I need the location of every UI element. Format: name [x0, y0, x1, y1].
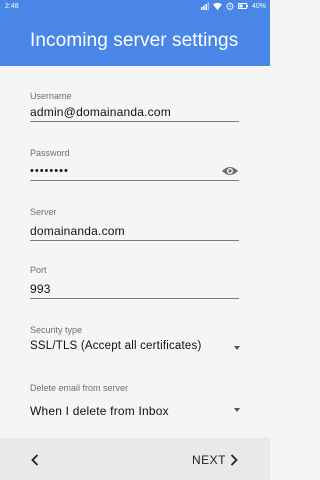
delete-email-dropdown-icon[interactable] — [234, 408, 240, 412]
username-underline — [30, 121, 239, 122]
password-label: Password — [30, 148, 70, 158]
delete-email-label: Delete email from server — [30, 383, 129, 393]
security-type-select[interactable]: SSL/TLS (Accept all certificates) — [30, 340, 202, 352]
password-field[interactable]: •••••••• — [30, 165, 69, 177]
port-label: Port — [30, 265, 47, 275]
battery-icon — [237, 3, 248, 9]
battery-percent: 40% — [251, 2, 266, 10]
username-field[interactable]: admin@domainanda.com — [30, 105, 171, 119]
password-underline — [30, 180, 239, 181]
security-type-label: Security type — [30, 325, 83, 335]
security-type-dropdown-icon[interactable] — [234, 346, 240, 350]
show-password-icon[interactable] — [221, 165, 239, 177]
status-bar: 2:48 40% — [0, 0, 270, 14]
port-field[interactable]: 993 — [30, 282, 51, 296]
wifi-icon — [212, 2, 222, 10]
chevron-right-icon — [230, 454, 238, 466]
server-underline — [30, 240, 239, 241]
server-field[interactable]: domainanda.com — [30, 224, 125, 238]
bottom-nav-bar: NEXT — [0, 438, 270, 480]
alarm-icon — [226, 2, 234, 10]
next-button[interactable]: NEXT — [192, 450, 238, 470]
server-settings-form: Username admin@domainanda.com Password •… — [0, 66, 270, 438]
status-icons: 40% — [200, 2, 266, 10]
username-label: Username — [30, 91, 72, 101]
status-time: 2:48 — [5, 3, 19, 10]
chevron-left-icon — [31, 454, 39, 466]
delete-email-select[interactable]: When I delete from Inbox — [30, 404, 169, 418]
app-header: 2:48 40% Incoming server settings — [0, 0, 270, 66]
page-title: Incoming server settings — [30, 30, 239, 51]
server-label: Server — [30, 207, 57, 217]
signal-icon — [200, 2, 209, 10]
next-label: NEXT — [192, 453, 227, 467]
back-button[interactable] — [26, 451, 44, 469]
port-underline — [30, 298, 239, 299]
